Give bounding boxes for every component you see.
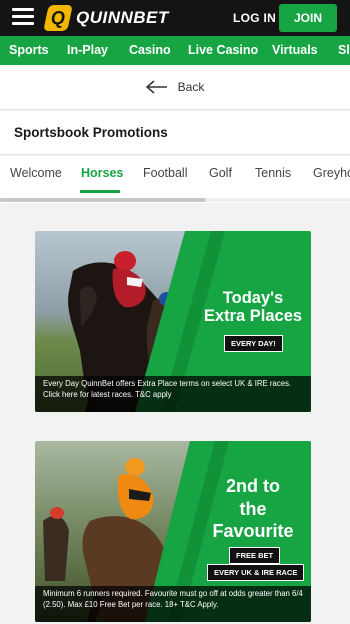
tab-horses[interactable]: Horses xyxy=(81,166,123,180)
top-header: Q QUINNBET LOG IN JOIN xyxy=(0,0,350,36)
promotions-header: Sportsbook Promotions xyxy=(0,111,350,155)
logo-letter: Q xyxy=(50,7,65,28)
promo-badge: EVERY UK & IRE RACE xyxy=(207,564,305,581)
promo-headline-line2: the xyxy=(239,498,267,519)
menu-icon[interactable] xyxy=(12,8,34,26)
nav-item-in-play[interactable]: In-Play xyxy=(67,43,108,57)
active-tab-indicator xyxy=(80,190,120,193)
nav-item-sports[interactable]: Sports xyxy=(9,43,49,57)
main-nav: Sports In-Play Casino Live Casino Virtua… xyxy=(0,36,350,65)
login-button[interactable]: LOG IN xyxy=(233,11,276,25)
nav-item-virtuals[interactable]: Virtuals xyxy=(272,43,318,57)
promo-card-2nd-to-favourite[interactable]: 2nd to the Favourite FREE BET EVERY UK &… xyxy=(35,441,311,622)
promo-card-extra-places[interactable]: Today's Extra Places EVERY DAY! Every Da… xyxy=(35,231,311,412)
arrow-left-icon xyxy=(145,80,167,94)
page-title: Sportsbook Promotions xyxy=(14,125,168,140)
promo-headline-line2: Extra Places xyxy=(203,307,303,326)
promo-badge: EVERY DAY! xyxy=(224,335,283,352)
logo-text[interactable]: QUINNBET xyxy=(76,8,169,28)
quinnbet-logo-icon[interactable]: Q xyxy=(43,5,73,31)
nav-item-slots[interactable]: Sl xyxy=(338,43,350,57)
promo-caption: Every Day QuinnBet offers Extra Place te… xyxy=(35,376,311,412)
promo-headline-line3: Favourite xyxy=(212,521,294,541)
tab-welcome[interactable]: Welcome xyxy=(10,166,62,180)
tab-greyhounds[interactable]: Greyho xyxy=(313,166,350,180)
nav-item-live-casino[interactable]: Live Casino xyxy=(188,43,258,57)
tab-golf[interactable]: Golf xyxy=(209,166,232,180)
join-button[interactable]: JOIN xyxy=(279,4,337,32)
nav-item-casino[interactable]: Casino xyxy=(129,43,171,57)
promotion-tabs: Welcome Horses Football Golf Tennis Grey… xyxy=(0,156,350,203)
tab-football[interactable]: Football xyxy=(143,166,187,180)
back-button[interactable]: Back xyxy=(0,65,350,110)
tab-tennis[interactable]: Tennis xyxy=(255,166,291,180)
promo-headline-line1: Today's xyxy=(222,289,284,307)
tabs-scroll-thumb[interactable] xyxy=(0,198,206,202)
back-label: Back xyxy=(177,80,205,94)
promo-headline-line1: 2nd to xyxy=(226,476,280,496)
promo-caption: Minimum 6 runners required. Favourite mu… xyxy=(35,586,311,622)
promo-badge: FREE BET xyxy=(229,547,281,564)
